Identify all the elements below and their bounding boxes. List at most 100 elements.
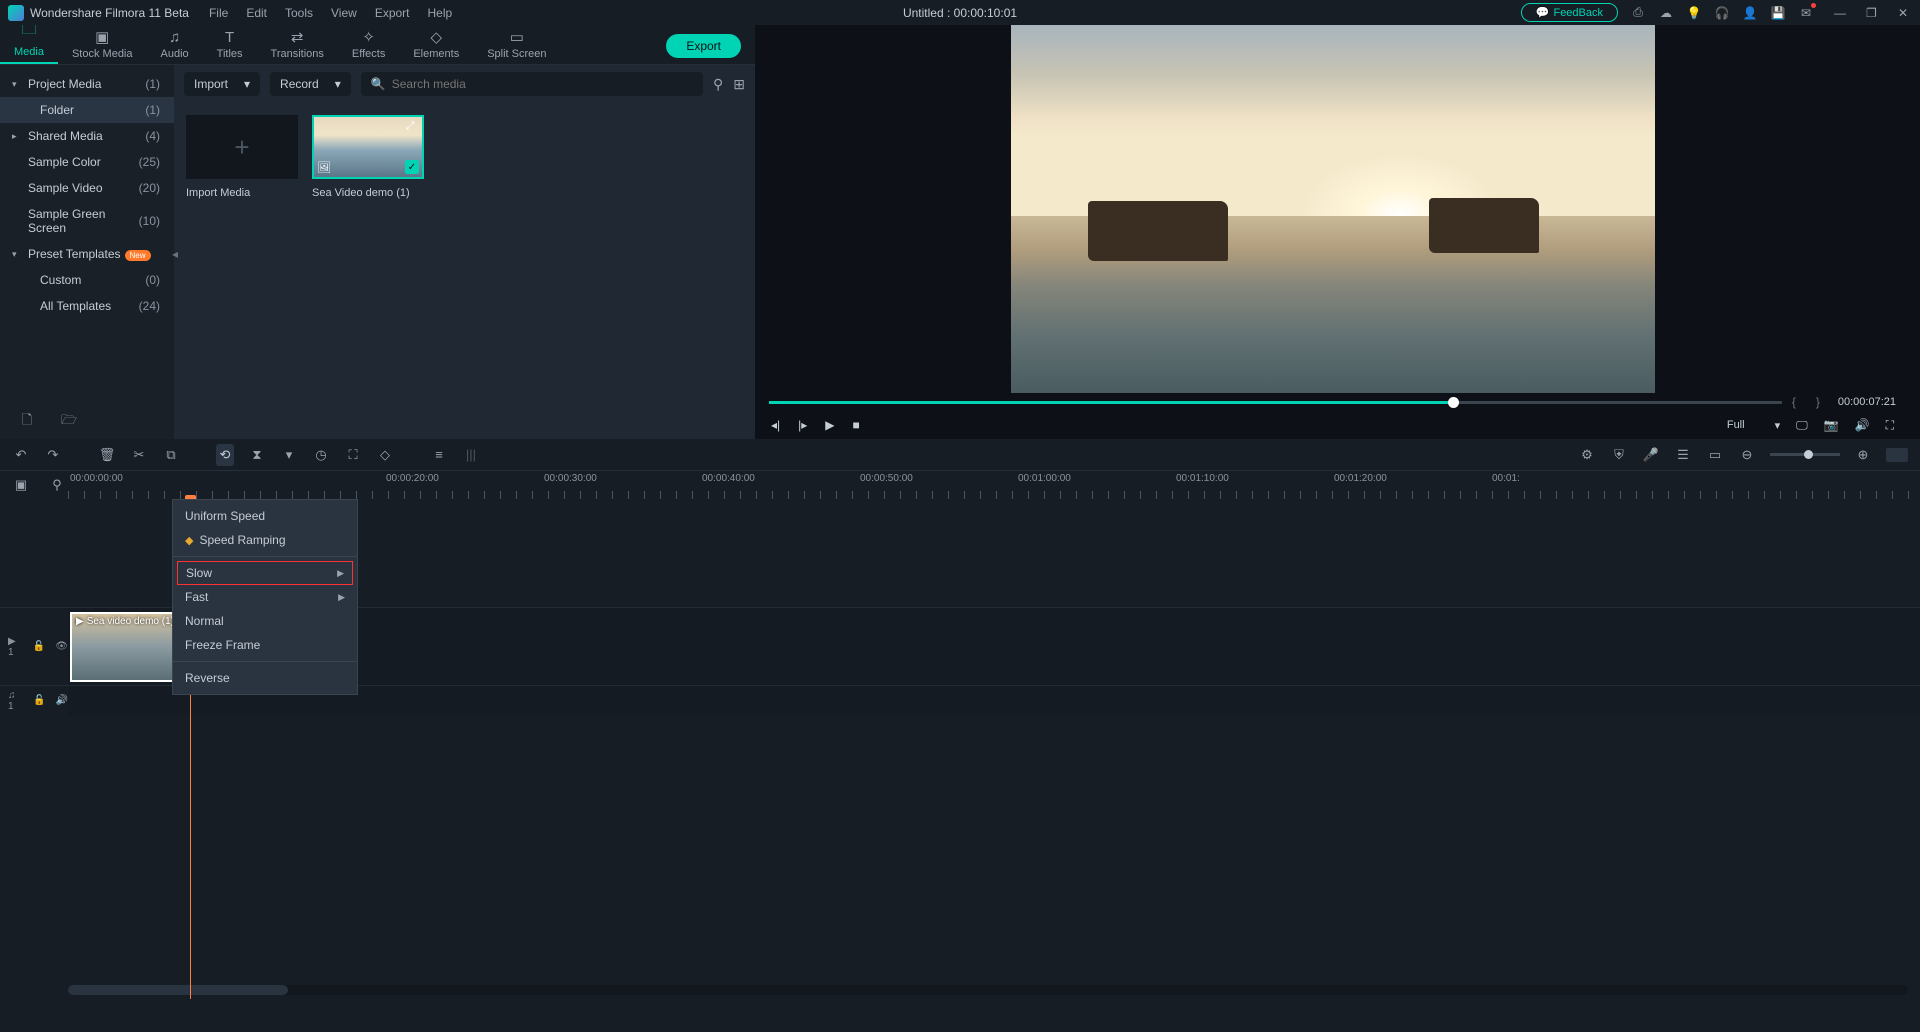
sidebar-preset-templates[interactable]: ▾Preset TemplatesNew [0,241,174,267]
zoom-in-icon[interactable]: ⊕ [1854,447,1872,463]
collapse-sidebar-icon[interactable]: ◂ [172,247,178,261]
filter-icon[interactable]: ⚲ [713,76,723,93]
minimize-icon[interactable]: — [1834,6,1848,20]
shield-icon[interactable]: ⛨ [1610,447,1628,463]
zoom-slider[interactable] [1770,453,1840,456]
track-add-icon[interactable]: ▣ [12,477,30,493]
close-icon[interactable]: ✕ [1898,6,1912,20]
sidebar-sample-green-screen[interactable]: Sample Green Screen(10) [0,201,174,241]
menu-help[interactable]: Help [428,6,453,20]
marker-down-icon[interactable]: ▾ [280,447,298,463]
sidebar-shared-media[interactable]: ▸Shared Media(4) [0,123,174,149]
speed-icon[interactable]: ⟲ [216,444,234,466]
out-marker-icon[interactable]: } [1816,395,1820,409]
volume-icon[interactable]: 🔊 [1855,418,1870,432]
sidebar-sample-color[interactable]: Sample Color(25) [0,149,174,175]
sidebar-all-templates[interactable]: All Templates(24) [0,293,174,319]
crop-icon[interactable]: ⧉ [162,447,180,463]
tab-elements[interactable]: ◇Elements [399,24,473,64]
record-dropdown[interactable]: Record▾ [270,72,351,96]
sidebar-custom[interactable]: Custom(0) [0,267,174,293]
disk-icon[interactable]: 💾 [1770,5,1786,21]
magnet-icon[interactable]: ⚲ [48,477,66,493]
plus-icon: + [234,132,249,163]
tab-audio[interactable]: ♫Audio [147,25,203,64]
menu-edit[interactable]: Edit [246,6,267,20]
playback-timecode: 00:00:07:21 [1838,396,1896,408]
eye-icon[interactable]: 👁 [55,641,68,652]
fit-icon[interactable]: ⛶ [344,447,362,463]
search-input[interactable] [392,77,693,91]
new-folder-icon[interactable]: 🗋 [18,411,36,433]
ctx-reverse[interactable]: Reverse [173,666,357,690]
redo-icon[interactable]: ↷ [44,447,62,463]
lightbulb-icon[interactable]: 💡 [1686,5,1702,21]
ctx-freeze-frame[interactable]: Freeze Frame [173,633,357,657]
menu-file[interactable]: File [209,6,228,20]
save-icon[interactable]: ⎙ [1630,5,1646,21]
maximize-icon[interactable]: ❐ [1866,6,1880,20]
zoom-out-icon[interactable]: ⊖ [1738,447,1756,463]
lock-icon[interactable]: 🔓 [33,695,45,706]
snapshot-icon[interactable]: 📷 [1824,418,1839,432]
prev-frame-icon[interactable]: ◂| [771,418,780,432]
ctx-fast[interactable]: Fast▶ [173,585,357,609]
ctx-normal[interactable]: Normal [173,609,357,633]
in-marker-icon[interactable]: { [1792,395,1796,409]
tab-transitions[interactable]: ⇄Transitions [257,24,338,64]
tab-stock-media[interactable]: ▣Stock Media [58,24,147,64]
open-folder-icon[interactable]: 🗁 [60,411,78,433]
timeline: ↶ ↷ 🗑 ✂ ⧉ ⟲ ⧗ ▾ ◷ ⛶ ◇ ≡ ||| ⚙ ⛨ 🎤 ☰ ▭ ⊖ … [0,439,1920,1032]
cut-icon[interactable]: ✂ [130,447,148,463]
ctx-uniform-speed[interactable]: Uniform Speed [173,504,357,528]
timeline-scrollbar[interactable] [68,985,1908,995]
menu-view[interactable]: View [331,6,357,20]
expand-icon[interactable]: ⤢ [401,120,419,133]
lock-icon[interactable]: 🔓 [33,641,45,652]
import-media-tile[interactable]: + Import Media [186,115,298,199]
step-back-icon[interactable]: |▸ [798,418,807,432]
feedback-button[interactable]: 💬FeedBack [1521,3,1618,22]
user-icon[interactable]: 👤 [1742,5,1758,21]
sidebar-sample-video[interactable]: Sample Video(20) [0,175,174,201]
gear-icon[interactable]: ⚙ [1578,447,1596,463]
grid-view-icon[interactable]: ⊞ [733,76,745,93]
delete-icon[interactable]: 🗑 [98,447,116,463]
frame-icon[interactable]: ▭ [1706,447,1724,463]
tab-effects[interactable]: ✧Effects [338,24,399,64]
menu-tools[interactable]: Tools [285,6,313,20]
export-button[interactable]: Export [666,34,741,58]
tab-titles[interactable]: TTitles [203,25,257,64]
progress-thumb[interactable] [1448,397,1459,408]
keyframe-icon[interactable]: ◇ [376,447,394,463]
headset-icon[interactable]: 🎧 [1714,5,1730,21]
progress-bar[interactable] [769,401,1782,404]
media-clip-tile[interactable]: ⤢ 🖼 ✓ Sea Video demo (1) [312,115,424,199]
ctx-slow[interactable]: Slow▶ [177,561,353,585]
import-dropdown[interactable]: Import▾ [184,72,260,96]
undo-icon[interactable]: ↶ [12,447,30,463]
preview-canvas[interactable] [1011,25,1655,393]
zoom-fit-icon[interactable] [1886,448,1908,462]
search-box[interactable]: 🔍 [361,72,703,96]
waveform-icon[interactable]: ||| [462,447,480,462]
stop-icon[interactable]: ■ [853,418,860,432]
mixer-icon[interactable]: ☰ [1674,447,1692,463]
display-icon[interactable]: 🖵 [1796,418,1808,433]
mail-icon[interactable]: ✉ [1798,5,1814,21]
speaker-icon[interactable]: 🔊 [56,695,68,706]
quality-dropdown[interactable]: Full▾ [1727,419,1780,432]
ctx-speed-ramping[interactable]: ◆Speed Ramping [173,528,357,552]
tab-split-screen[interactable]: ▭Split Screen [473,24,560,64]
sidebar-folder[interactable]: Folder(1) [0,97,174,123]
timer-icon[interactable]: ◷ [312,447,330,463]
cloud-icon[interactable]: ☁ [1658,5,1674,21]
ruler[interactable]: 00:00:00:00 00:00:20:00 00:00:30:00 00:0… [68,471,1920,499]
settings-icon[interactable]: ≡ [430,447,448,462]
mic-icon[interactable]: 🎤 [1642,447,1660,463]
menu-export[interactable]: Export [375,6,410,20]
fullscreen-icon[interactable]: ⛶ [1886,418,1894,433]
sidebar-project-media[interactable]: ▾Project Media(1) [0,71,174,97]
link-icon[interactable]: ⧗ [248,447,266,463]
play-icon[interactable]: ▶ [825,418,834,432]
